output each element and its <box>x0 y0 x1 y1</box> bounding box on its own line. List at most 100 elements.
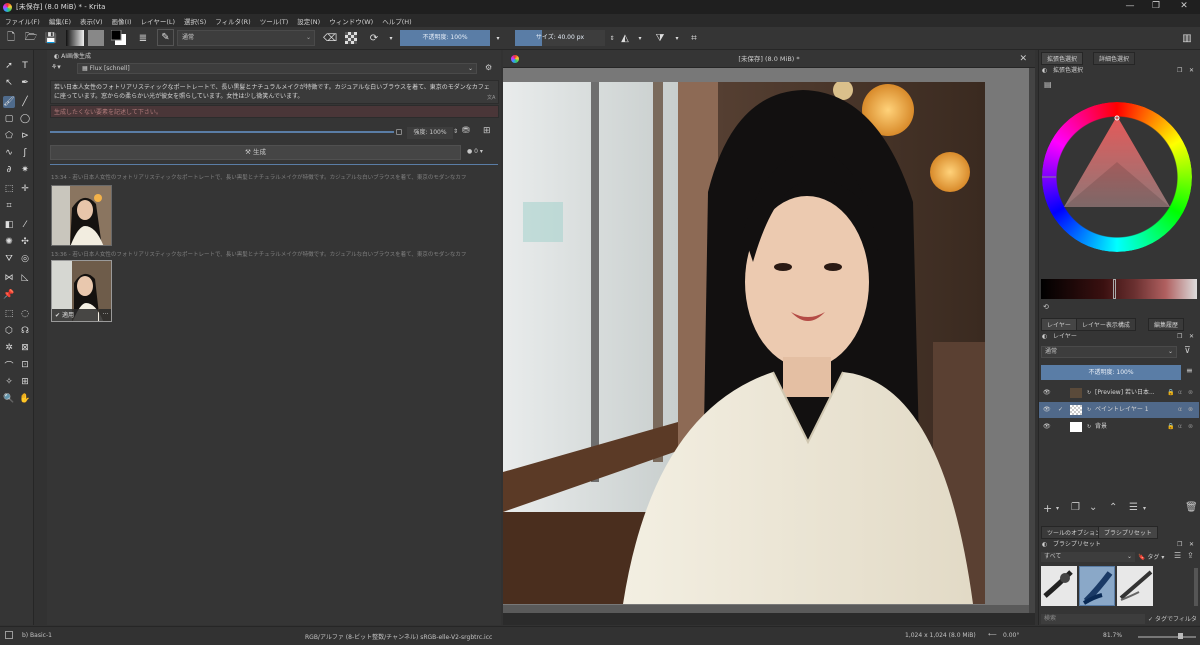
brush-settings-icon[interactable]: ≣ <box>136 31 150 45</box>
visibility-eye-icon[interactable]: 👁 <box>1043 419 1051 435</box>
tab-advanced-color[interactable]: 拡張色選択 <box>1041 52 1084 65</box>
opacity-slider[interactable]: 不透明度: 100% <box>400 30 490 46</box>
duplicate-layer-icon[interactable]: ❐ <box>1071 502 1080 513</box>
visibility-eye-icon[interactable]: 👁 <box>1043 402 1051 418</box>
float-docker-icon[interactable]: ❐ <box>1177 331 1182 343</box>
crop-tool-icon[interactable]: ⌗ <box>3 200 15 212</box>
size-stepper-icon[interactable]: ⇕ <box>605 31 619 45</box>
layer-opacity-slider[interactable]: 不透明度: 100% <box>1041 365 1181 380</box>
bezier-select-icon[interactable]: ⌒ <box>3 359 15 372</box>
tag-filter-checkbox[interactable]: ✓ タグでフィルタ <box>1148 614 1197 623</box>
grid-select-icon[interactable]: ⊞ <box>19 376 31 388</box>
alpha-icon[interactable]: α <box>1178 402 1182 418</box>
tag-menu-button[interactable]: 🔖 タグ ▾ <box>1138 552 1164 561</box>
dynamic-brush-icon[interactable]: ∂ <box>3 164 15 176</box>
inherit-alpha-icon[interactable]: ⊗ <box>1188 402 1193 418</box>
tab-undo-history[interactable]: 編集履歴 <box>1148 318 1185 331</box>
similar-select-icon[interactable]: ⊠ <box>19 342 31 354</box>
apply-button[interactable]: ✔ 適用 <box>52 309 98 321</box>
select-shapes-icon[interactable]: ➚ <box>3 60 15 72</box>
inherit-alpha-icon[interactable]: ⊗ <box>1188 385 1193 401</box>
brush-preset-basic-selected[interactable] <box>1079 566 1115 606</box>
gradient-tool-icon[interactable]: ◧ <box>3 219 15 231</box>
preserve-alpha-icon[interactable] <box>345 32 357 44</box>
save-icon[interactable]: 💾 <box>44 31 58 45</box>
color-settings-icon[interactable]: ▤ <box>1044 80 1052 89</box>
menu-settings[interactable]: 設定(N) <box>297 16 320 26</box>
add-layer-icon[interactable]: + <box>1043 502 1052 515</box>
minimize-button[interactable]: — <box>1116 0 1144 14</box>
calligraphy-icon[interactable]: ✒ <box>19 77 31 89</box>
brush-import-icon[interactable]: ⇪ <box>1187 551 1194 560</box>
history-thumbnail-2[interactable]: ✔ 適用 ··· <box>51 260 112 322</box>
horizontal-scrollbar[interactable] <box>503 605 1029 613</box>
layer-row-paint[interactable]: 👁 ✓ ↻ ペイントレイヤー 1 α ⊗ <box>1039 402 1199 418</box>
freehand-brush-icon[interactable]: 🖌 <box>3 96 15 108</box>
magic-select-icon[interactable]: ✧ <box>3 376 15 388</box>
measure-tool-icon[interactable]: ◺ <box>19 272 31 284</box>
move-tool-icon[interactable]: ✛ <box>19 183 31 195</box>
visibility-eye-icon[interactable]: 👁 <box>1043 385 1051 401</box>
open-folder-icon[interactable]: 🗁 <box>24 31 38 45</box>
zoom-slider[interactable] <box>1138 636 1196 638</box>
fill-tool-icon[interactable]: ⛛ <box>3 253 15 265</box>
reload-preset-icon[interactable]: ⟳ <box>367 31 381 45</box>
generate-button[interactable]: ⚒ 生成 <box>50 145 461 160</box>
menu-image[interactable]: 画像(I) <box>112 16 132 26</box>
layer-blend-select[interactable]: 通常 ⌄ <box>1041 346 1177 358</box>
close-docker-icon[interactable]: ✕ <box>1189 331 1194 343</box>
layer-row-background[interactable]: 👁 ↻ 背景 🔒 α ⊗ <box>1039 419 1199 435</box>
fg-bg-color-icon[interactable] <box>111 30 127 46</box>
menu-filter[interactable]: フィルタ(R) <box>215 16 250 26</box>
queue-indicator[interactable]: ● 0 ▾ <box>467 148 483 155</box>
tab-layer-comps[interactable]: レイヤー表示構成 <box>1076 318 1136 331</box>
smart-patch-icon[interactable]: ✣ <box>19 236 31 248</box>
bezier-tool-icon[interactable]: ∿ <box>3 147 15 159</box>
delete-layer-icon[interactable]: 🗑 <box>1185 502 1198 513</box>
line-tool-icon[interactable]: ╱ <box>19 96 31 108</box>
gradient-swatch[interactable] <box>66 30 84 46</box>
negative-prompt-input[interactable]: 生成したくない要素を記述して下さい。 <box>50 105 499 118</box>
pan-tool-icon[interactable]: ✋ <box>19 393 31 405</box>
move-layer-up-icon[interactable]: ⌃ <box>1109 502 1117 513</box>
colorize-mask-icon[interactable]: ✺ <box>3 236 15 248</box>
ellipse-tool-icon[interactable]: ◯ <box>19 113 31 125</box>
edit-shapes-icon[interactable]: ↖ <box>3 77 15 89</box>
tab-specific-color[interactable]: 詳細色選択 <box>1093 52 1136 65</box>
freehand-select-icon[interactable]: ☊ <box>19 325 31 337</box>
tab-brush-presets[interactable]: ブラシプリセット <box>1098 526 1158 539</box>
dropdown-arrow-icon[interactable]: ▾ <box>633 31 647 45</box>
menu-view[interactable]: 表示(V) <box>80 16 103 26</box>
menu-tools[interactable]: ツール(T) <box>260 16 289 26</box>
blend-mode-select[interactable]: 通常 ⌄ <box>177 30 315 46</box>
dropdown-arrow-icon[interactable]: ▾ <box>1056 505 1059 512</box>
dropdown-arrow-icon[interactable]: ▾ <box>670 31 684 45</box>
add-region-icon[interactable]: ⊞ <box>483 126 491 136</box>
color-picker-icon[interactable]: ⁄ <box>19 219 31 231</box>
dropdown-arrow-icon[interactable]: ▾ <box>1143 505 1146 512</box>
transform-tool-icon[interactable]: ⬚ <box>3 183 15 195</box>
zoom-slider-handle[interactable] <box>1178 633 1183 639</box>
layer-row-preview[interactable]: 👁 ↻ [Preview] 若い日本... 🔒 α ⊗ <box>1039 385 1199 401</box>
dropdown-arrow-icon[interactable]: ▾ <box>491 31 505 45</box>
strength-stepper-icon[interactable]: ⇕ <box>453 128 458 135</box>
close-docker-icon[interactable]: ✕ <box>1189 65 1194 77</box>
layer-filter-icon[interactable]: ⊽ <box>1184 346 1191 356</box>
region-icon[interactable]: ⛃ <box>462 126 470 136</box>
lock-icon[interactable]: 🔒 <box>1167 419 1174 435</box>
assistant-tool-icon[interactable]: ⋈ <box>3 272 15 284</box>
polyline-tool-icon[interactable]: ⊳ <box>19 130 31 142</box>
vertical-scrollbar[interactable] <box>1029 68 1035 613</box>
rotation-value[interactable]: 0.00° <box>1003 632 1019 639</box>
new-document-icon[interactable]: 🗋 <box>4 31 18 45</box>
eraser-icon[interactable]: ⌫ <box>323 31 337 45</box>
docker-toggle-icon[interactable]: ▥ <box>1180 31 1194 45</box>
alpha-icon[interactable]: α <box>1178 419 1182 435</box>
menu-window[interactable]: ウィンドウ(W) <box>329 16 373 26</box>
brush-tag-select[interactable]: すべて ⌄ <box>1041 552 1135 562</box>
strength-slider[interactable]: 強度: 100% <box>407 127 453 139</box>
layer-properties-icon[interactable]: ☰ <box>1129 502 1138 513</box>
float-docker-icon[interactable]: ❐ <box>1177 65 1182 77</box>
alpha-icon[interactable]: α <box>1178 385 1182 401</box>
more-options-button[interactable]: ··· <box>99 309 111 321</box>
